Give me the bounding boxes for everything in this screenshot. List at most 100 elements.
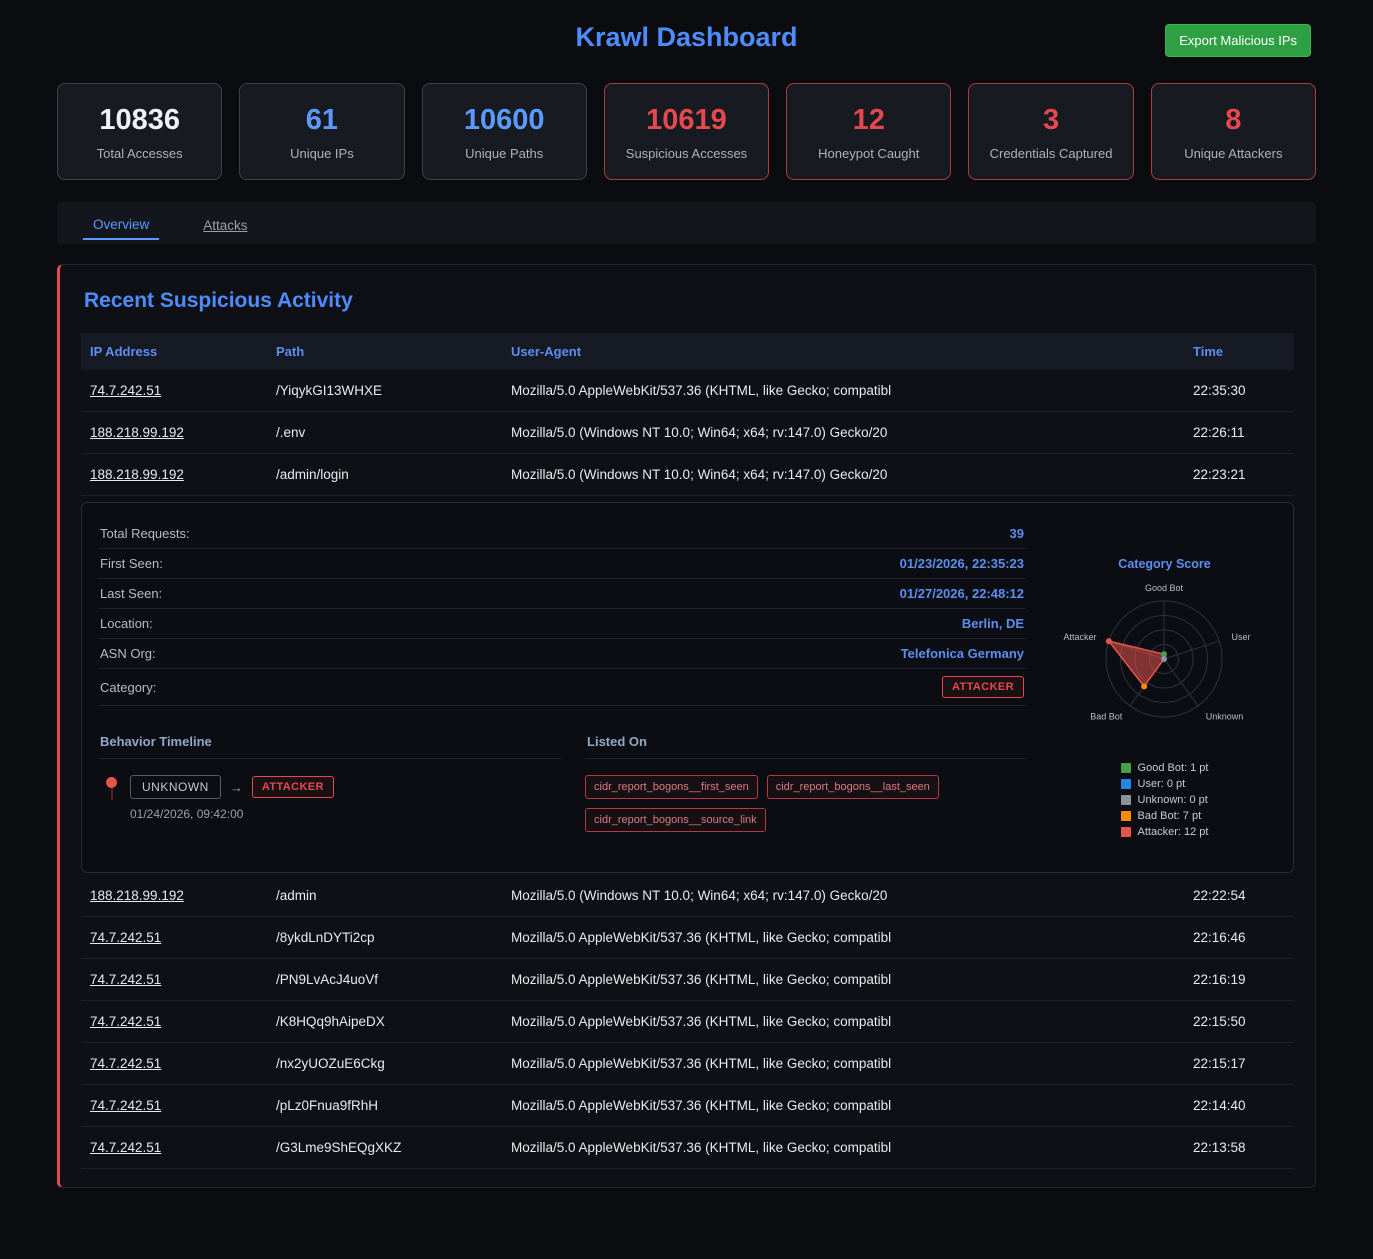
- suspicious-activity-panel: Recent Suspicious Activity IP Address Pa…: [57, 264, 1316, 1188]
- export-malicious-ips-button[interactable]: Export Malicious IPs: [1165, 24, 1311, 57]
- path-cell: /.env: [267, 412, 502, 453]
- stat-label: Credentials Captured: [973, 146, 1128, 161]
- page-title: Krawl Dashboard: [62, 22, 1311, 53]
- detail-left: Total Requests: 39 First Seen: 01/23/2026, …: [98, 519, 1026, 842]
- timeline-transition: UNKNOWN → ATTACKER: [130, 775, 334, 799]
- detail-field-value: Berlin, DE: [962, 616, 1024, 631]
- time-cell: 22:13:58: [1184, 1127, 1294, 1168]
- detail-fields: Total Requests: 39 First Seen: 01/23/2026, …: [98, 519, 1026, 669]
- user-agent-cell: Mozilla/5.0 AppleWebKit/537.36 (KHTML, l…: [502, 1127, 1184, 1168]
- ip-link[interactable]: 74.7.242.51: [81, 1085, 267, 1126]
- time-cell: 22:15:17: [1184, 1043, 1294, 1084]
- detail-field-category: Category: ATTACKER: [98, 669, 1026, 706]
- legend-label: Attacker: 12 pt: [1138, 826, 1209, 838]
- detail-field-label: Last Seen:: [100, 586, 162, 601]
- user-agent-cell: Mozilla/5.0 (Windows NT 10.0; Win64; x64…: [502, 875, 1184, 916]
- ip-link[interactable]: 188.218.99.192: [81, 412, 267, 453]
- legend-swatch: [1121, 811, 1131, 821]
- user-agent-cell: Mozilla/5.0 (Windows NT 10.0; Win64; x64…: [502, 412, 1184, 453]
- legend-swatch: [1121, 763, 1131, 773]
- time-cell: 22:35:30: [1184, 370, 1294, 411]
- col-path: Path: [267, 333, 502, 370]
- panel-title: Recent Suspicious Activity: [81, 289, 1294, 313]
- path-cell: /8ykdLnDYTi2cp: [267, 917, 502, 958]
- user-agent-cell: Mozilla/5.0 (Windows NT 10.0; Win64; x64…: [502, 454, 1184, 495]
- table-row[interactable]: 188.218.99.192/admin/loginMozilla/5.0 (W…: [81, 454, 1294, 496]
- detail-field-label: First Seen:: [100, 556, 163, 571]
- table-row[interactable]: 74.7.242.51/K8HQq9hAipeDXMozilla/5.0 App…: [81, 1001, 1294, 1043]
- user-agent-cell: Mozilla/5.0 AppleWebKit/537.36 (KHTML, l…: [502, 370, 1184, 411]
- ip-link[interactable]: 188.218.99.192: [81, 875, 267, 916]
- detail-field-value: 01/23/2026, 22:35:23: [900, 556, 1024, 571]
- listed-on-section: Listed On cidr_report_bogons__first_seen…: [585, 734, 1026, 832]
- listed-on-badge[interactable]: cidr_report_bogons__first_seen: [585, 775, 758, 799]
- table-row[interactable]: 74.7.242.51/nx2yUOZuE6CkgMozilla/5.0 App…: [81, 1043, 1294, 1085]
- listed-on-badge[interactable]: cidr_report_bogons__source_link: [585, 808, 766, 832]
- table-header: IP Address Path User-Agent Time: [81, 333, 1294, 370]
- stat-card: 10600Unique Paths: [422, 83, 587, 180]
- stat-card: 12Honeypot Caught: [786, 83, 951, 180]
- path-cell: /YiqykGI13WHXE: [267, 370, 502, 411]
- from-category-badge: UNKNOWN: [130, 775, 221, 799]
- ip-link[interactable]: 74.7.242.51: [81, 1043, 267, 1084]
- stat-card: 8Unique Attackers: [1151, 83, 1316, 180]
- ip-link[interactable]: 74.7.242.51: [81, 1127, 267, 1168]
- timeline-marker-icon: [106, 775, 117, 821]
- col-ip-address: IP Address: [81, 333, 267, 370]
- listed-on-title: Listed On: [585, 734, 1026, 759]
- user-agent-cell: Mozilla/5.0 AppleWebKit/537.36 (KHTML, l…: [502, 917, 1184, 958]
- time-cell: 22:16:19: [1184, 959, 1294, 1000]
- table-row[interactable]: 74.7.242.51/PN9LvAcJ4uoVfMozilla/5.0 App…: [81, 959, 1294, 1001]
- stat-value: 10836: [62, 104, 217, 137]
- timeline-content: UNKNOWN → ATTACKER 01/24/2026, 09:42:00: [130, 775, 334, 821]
- table-row[interactable]: 188.218.99.192/adminMozilla/5.0 (Windows…: [81, 875, 1294, 917]
- ip-link[interactable]: 188.218.99.192: [81, 454, 267, 495]
- table-row[interactable]: 74.7.242.51/YiqykGI13WHXEMozilla/5.0 App…: [81, 370, 1294, 412]
- table-row[interactable]: 74.7.242.51/pLz0Fnua9fRhHMozilla/5.0 App…: [81, 1085, 1294, 1127]
- legend-swatch: [1121, 779, 1131, 789]
- tab-overview[interactable]: Overview: [83, 206, 159, 240]
- detail-field-value: Telefonica Germany: [901, 646, 1024, 661]
- category-score-chart: Category Score Good BotUserUnknownBad Bo…: [1052, 519, 1277, 842]
- arrow-right-icon: →: [230, 780, 243, 795]
- ip-link[interactable]: 74.7.242.51: [81, 959, 267, 1000]
- tab-attacks[interactable]: Attacks: [193, 207, 257, 239]
- detail-field: Total Requests: 39: [98, 519, 1026, 549]
- legend-label: User: 0 pt: [1138, 778, 1186, 790]
- ip-link[interactable]: 74.7.242.51: [81, 917, 267, 958]
- stat-card: 61 Unique IPs: [239, 83, 404, 180]
- chart-title: Category Score: [1052, 557, 1277, 571]
- timeline-item: UNKNOWN → ATTACKER 01/24/2026, 09:42:00: [98, 775, 561, 821]
- listed-on-badge[interactable]: cidr_report_bogons__last_seen: [767, 775, 939, 799]
- detail-field: First Seen: 01/23/2026, 22:35:23: [98, 549, 1026, 579]
- legend-item: Bad Bot: 7 pt: [1121, 810, 1209, 822]
- detail-field-value: 39: [1010, 526, 1024, 541]
- legend-swatch: [1121, 827, 1131, 837]
- user-agent-cell: Mozilla/5.0 AppleWebKit/537.36 (KHTML, l…: [502, 1001, 1184, 1042]
- stat-value: 3: [973, 104, 1128, 137]
- ip-link[interactable]: 74.7.242.51: [81, 370, 267, 411]
- stat-value: 61: [244, 104, 399, 137]
- col-user-agent: User-Agent: [502, 333, 1184, 370]
- stat-label: Total Accesses: [62, 146, 217, 161]
- detail-sections: Behavior Timeline UNKNOWN → ATTACKER: [98, 734, 1026, 832]
- header: Krawl Dashboard Export Malicious IPs: [0, 0, 1373, 61]
- detail-field: ASN Org:Telefonica Germany: [98, 639, 1026, 669]
- stat-label: Unique IPs: [244, 146, 399, 161]
- table-row[interactable]: 74.7.242.51/G3Lme9ShEQgXKZMozilla/5.0 Ap…: [81, 1127, 1294, 1169]
- ip-link[interactable]: 74.7.242.51: [81, 1001, 267, 1042]
- table-row[interactable]: 188.218.99.192/.envMozilla/5.0 (Windows …: [81, 412, 1294, 454]
- table-row[interactable]: 74.7.242.51/8ykdLnDYTi2cpMozilla/5.0 App…: [81, 917, 1294, 959]
- time-cell: 22:15:50: [1184, 1001, 1294, 1042]
- user-agent-cell: Mozilla/5.0 AppleWebKit/537.36 (KHTML, l…: [502, 1043, 1184, 1084]
- tabs: Overview Attacks: [57, 202, 1316, 244]
- stat-label: Suspicious Accesses: [609, 146, 764, 161]
- user-agent-cell: Mozilla/5.0 AppleWebKit/537.36 (KHTML, l…: [502, 959, 1184, 1000]
- path-cell: /G3Lme9ShEQgXKZ: [267, 1127, 502, 1168]
- path-cell: /admin: [267, 875, 502, 916]
- listed-on-badges: cidr_report_bogons__first_seen cidr_repor…: [585, 775, 1026, 832]
- ip-detail-panel: Total Requests: 39 First Seen: 01/23/2026, …: [81, 502, 1294, 873]
- path-cell: /K8HQq9hAipeDX: [267, 1001, 502, 1042]
- detail-field-label: Total Requests:: [100, 526, 190, 541]
- detail-field: Location:Berlin, DE: [98, 609, 1026, 639]
